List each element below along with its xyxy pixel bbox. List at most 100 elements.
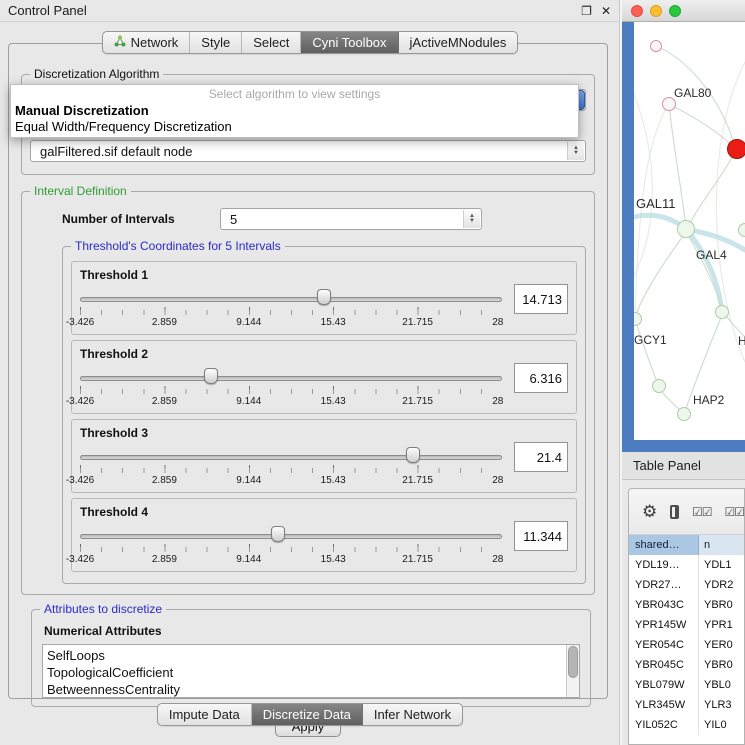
control-panel: Control Panel ❐ ✕ Network Style Select C… (0, 0, 620, 745)
threshold-slider[interactable]: -3.426 2.859 9.144 15.43 21.715 28 (80, 525, 502, 567)
scrollbar-thumb[interactable] (568, 646, 578, 678)
select-rows-icon[interactable]: ☑☑ (724, 505, 744, 519)
network-window-titlebar (622, 0, 745, 22)
slider-track[interactable] (80, 455, 502, 460)
table-row[interactable]: YIL052C YIL0 (629, 715, 744, 735)
threshold-label: Threshold 3 (80, 426, 502, 440)
gear-icon[interactable]: ⚙ (642, 502, 657, 522)
column-header-name[interactable]: n (699, 535, 744, 555)
table-toolbar: ⚙ ☑☑ ☑☑ (629, 489, 744, 535)
interval-definition-group: Interval Definition Number of Intervals … (21, 191, 595, 595)
tab-style[interactable]: Style (190, 32, 242, 53)
close-icon[interactable]: ✕ (601, 4, 611, 18)
top-tab-bar: Network Style Select Cyni Toolbox jActiv… (0, 31, 620, 54)
table-data-combo[interactable]: galFiltered.sif default node ▲▼ (30, 140, 586, 162)
slider-ticks (80, 307, 502, 315)
network-node[interactable] (650, 40, 662, 52)
network-view-window: GAL80 GAL11 GAL4 GCY1 H HAP2 (622, 0, 745, 452)
thresholds-group-title: Threshold's Coordinates for 5 Intervals (71, 239, 285, 253)
combo-arrows-icon: ▲▼ (463, 210, 480, 228)
table-row[interactable]: YLR345W YLR3 (629, 695, 744, 715)
node-table: ⚙ ☑☑ ☑☑ shared… n YDL19… YDL1 YDR27… YDR… (628, 488, 745, 745)
threshold-value-field[interactable] (514, 521, 568, 551)
attributes-listbox: SelfLoops TopologicalCoefficient Between… (42, 644, 580, 698)
slider-ticks (80, 465, 502, 473)
slider-track[interactable] (80, 297, 502, 302)
node-label: GCY1 (634, 333, 667, 347)
threshold-value-field[interactable] (514, 442, 568, 472)
node-label: H (738, 334, 745, 348)
table-row[interactable]: YDL19… YDL1 (629, 555, 744, 575)
threshold-slider[interactable]: -3.426 2.859 9.144 15.43 21.715 28 (80, 446, 502, 488)
network-canvas[interactable]: GAL80 GAL11 GAL4 GCY1 H HAP2 (634, 22, 745, 440)
tab-discretize-data[interactable]: Discretize Data (252, 704, 363, 725)
threshold-value-field[interactable] (514, 284, 568, 314)
control-panel-title: Control Panel (8, 3, 87, 18)
node-label: GAL11 (636, 196, 676, 211)
dropdown-option-manual-discretization[interactable]: Manual Discretization (11, 102, 578, 118)
table-row[interactable]: YBR045C YBR0 (629, 655, 744, 675)
network-node[interactable] (652, 379, 666, 393)
table-panel-title: Table Panel (633, 458, 701, 473)
slider-thumb[interactable] (204, 368, 218, 384)
slider-scale-labels: -3.426 2.859 9.144 15.43 21.715 28 (80, 317, 502, 329)
interval-definition-title: Interval Definition (30, 184, 131, 198)
table-row[interactable]: YDR27… YDR2 (629, 575, 744, 595)
numerical-attributes-label: Numerical Attributes (44, 624, 580, 638)
float-window-icon[interactable]: ❐ (581, 4, 592, 18)
threshold-slider[interactable]: -3.426 2.859 9.144 15.43 21.715 28 (80, 288, 502, 330)
tab-select[interactable]: Select (242, 32, 301, 53)
network-node[interactable] (738, 223, 745, 237)
threshold-slider[interactable]: -3.426 2.859 9.144 15.43 21.715 28 (80, 367, 502, 409)
slider-thumb[interactable] (406, 447, 420, 463)
slider-scale-labels: -3.426 2.859 9.144 15.43 21.715 28 (80, 554, 502, 566)
slider-track[interactable] (80, 534, 502, 539)
network-node[interactable] (677, 407, 691, 421)
slider-track[interactable] (80, 376, 502, 381)
network-icon (114, 35, 126, 50)
attributes-group: Attributes to discretize Numerical Attri… (31, 609, 591, 707)
columns-icon[interactable] (670, 505, 679, 519)
slider-ticks (80, 544, 502, 552)
selected-network-node[interactable] (727, 139, 745, 159)
table-row[interactable]: YBL079W YBL0 (629, 675, 744, 695)
select-columns-icon[interactable]: ☑☑ (692, 505, 712, 519)
network-node[interactable] (715, 305, 729, 319)
slider-ticks (80, 386, 502, 394)
close-traffic-light-icon[interactable] (631, 5, 643, 17)
slider-scale-labels: -3.426 2.859 9.144 15.43 21.715 28 (80, 396, 502, 408)
list-item[interactable]: BetweennessCentrality (47, 681, 563, 698)
network-node[interactable] (677, 220, 695, 238)
list-item[interactable]: TopologicalCoefficient (47, 664, 563, 681)
threshold-value-field[interactable] (514, 363, 568, 393)
threshold-label: Threshold 4 (80, 505, 502, 519)
dropdown-option-equal-width-frequency[interactable]: Equal Width/Frequency Discretization (11, 118, 578, 134)
tab-cyni-toolbox[interactable]: Cyni Toolbox (301, 32, 398, 53)
table-row[interactable]: YBR043C YBR0 (629, 595, 744, 615)
column-header-shared-name[interactable]: shared… (629, 535, 699, 555)
table-panel-titlebar: Table Panel (622, 452, 745, 480)
combo-arrows-icon: ▲▼ (567, 142, 584, 160)
tab-infer-network[interactable]: Infer Network (363, 704, 462, 725)
node-label: GAL4 (696, 248, 727, 262)
table-row[interactable]: YER054C YER0 (629, 635, 744, 655)
minimize-traffic-light-icon[interactable] (650, 5, 662, 17)
cyni-toolbox-panel: Discretization Algorithm ▲▼ Table Data g… (8, 43, 608, 699)
tab-network[interactable]: Network (103, 32, 191, 53)
attributes-group-title: Attributes to discretize (40, 602, 166, 616)
threshold-label: Threshold 1 (80, 268, 502, 282)
threshold-panel-4: Threshold 4 -3.426 2.859 9.144 15.43 21.… (71, 498, 577, 572)
tab-impute-data[interactable]: Impute Data (158, 704, 252, 725)
zoom-traffic-light-icon[interactable] (669, 5, 681, 17)
tab-jactivemnodules[interactable]: jActiveMNodules (399, 32, 518, 53)
threshold-panel-1: Threshold 1 -3.426 2.859 9.144 15.43 21.… (71, 261, 577, 335)
thresholds-group: Threshold's Coordinates for 5 Intervals … (62, 246, 586, 584)
vertical-scrollbar[interactable] (566, 645, 579, 697)
list-item[interactable]: SelfLoops (47, 647, 563, 664)
slider-thumb[interactable] (271, 526, 285, 542)
bottom-tab-bar: Impute Data Discretize Data Infer Networ… (0, 703, 620, 726)
dropdown-placeholder-option[interactable]: Select algorithm to view settings (11, 87, 578, 102)
table-row[interactable]: YPR145W YPR1 (629, 615, 744, 635)
slider-thumb[interactable] (317, 289, 331, 305)
number-of-intervals-combo[interactable]: 5 ▲▼ (220, 208, 482, 230)
